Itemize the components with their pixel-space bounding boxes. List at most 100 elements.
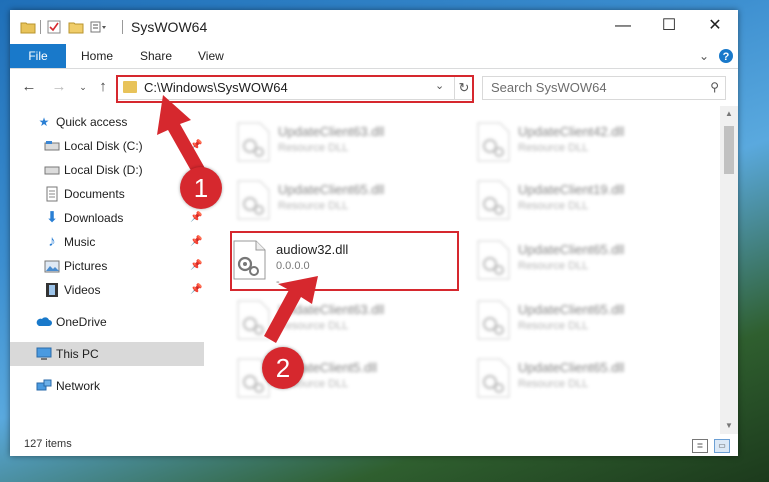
folder-icon bbox=[123, 81, 137, 93]
file-description: Resource DLL bbox=[278, 320, 349, 332]
address-dropdown-icon[interactable]: ⌄ bbox=[435, 79, 444, 92]
list-item[interactable]: UpdateClient19.dll Resource DLL bbox=[454, 172, 684, 230]
file-description: Resource DLL bbox=[518, 200, 589, 212]
refresh-icon[interactable]: ↻ bbox=[454, 77, 473, 99]
file-version: 0.0.0.0 bbox=[276, 260, 310, 272]
list-item[interactable]: UpdateClient65.dll Resource DLL bbox=[454, 350, 684, 408]
properties-icon[interactable] bbox=[46, 20, 62, 34]
sidebar-item-local-disk-c[interactable]: Local Disk (C:) 📌 bbox=[10, 134, 204, 158]
sidebar-item-label: Videos bbox=[64, 283, 101, 297]
recent-locations-icon[interactable]: ⌄ bbox=[74, 78, 92, 96]
scroll-thumb[interactable] bbox=[724, 126, 734, 174]
dll-file-icon bbox=[477, 300, 510, 340]
scroll-down-icon[interactable]: ▼ bbox=[720, 418, 738, 434]
navigation-pane: ★ Quick access Local Disk (C:) 📌 Local D… bbox=[10, 106, 204, 434]
dll-file-icon bbox=[477, 180, 510, 220]
sidebar-item-quick-access[interactable]: ★ Quick access bbox=[10, 110, 204, 134]
sidebar-item-label: Quick access bbox=[56, 115, 128, 129]
sidebar-item-videos[interactable]: Videos 📌 bbox=[10, 278, 204, 302]
pin-icon[interactable]: 📌 bbox=[190, 254, 202, 278]
pin-icon[interactable]: 📌 bbox=[190, 278, 202, 302]
customize-toolbar-icon[interactable] bbox=[90, 20, 106, 34]
dll-file-icon bbox=[237, 122, 270, 162]
pin-icon[interactable]: 📌 bbox=[190, 206, 202, 230]
sidebar-item-label: Local Disk (D:) bbox=[64, 163, 143, 177]
cloud-icon bbox=[36, 317, 52, 326]
sidebar-item-label: OneDrive bbox=[56, 315, 107, 329]
pin-icon[interactable]: 📌 bbox=[190, 134, 202, 158]
sidebar-item-label: Downloads bbox=[64, 211, 124, 225]
star-icon: ★ bbox=[38, 115, 50, 129]
tab-share[interactable]: Share bbox=[140, 44, 172, 68]
address-bar[interactable]: C:\Windows\SysWOW64 ⌄ ↻ bbox=[116, 76, 473, 100]
tab-file[interactable]: File bbox=[10, 44, 66, 68]
file-description: Resource DLL bbox=[518, 142, 589, 154]
videos-icon bbox=[46, 283, 58, 297]
documents-icon bbox=[46, 186, 58, 202]
navigation-bar: ← → ⌄ ↑ C:\Windows\SysWOW64 ⌄ ↻ Search S… bbox=[10, 70, 738, 104]
list-item[interactable]: UpdateClient5.dll Resource DLL bbox=[214, 350, 444, 408]
close-button[interactable]: ✕ bbox=[692, 10, 738, 42]
large-icons-view-icon[interactable]: ▭ bbox=[714, 439, 730, 453]
list-item[interactable]: UpdateClient63.dll Resource DLL bbox=[214, 114, 444, 172]
drive-icon bbox=[44, 141, 60, 151]
list-item-audiow32[interactable]: audiow32.dll 0.0.0.0 - bbox=[226, 232, 456, 290]
sidebar-item-label: Pictures bbox=[64, 259, 108, 273]
sidebar-item-network[interactable]: Network bbox=[10, 374, 204, 398]
sidebar-item-downloads[interactable]: ⬇ Downloads 📌 bbox=[10, 206, 204, 230]
search-box[interactable]: Search SysWOW64 ⚲ bbox=[482, 76, 726, 100]
file-explorer-window: SysWOW64 — ☐ ✕ File Home Share View ⌄ ? … bbox=[10, 10, 738, 456]
tab-home[interactable]: Home bbox=[81, 44, 113, 68]
file-name: UpdateClient65.dll bbox=[518, 302, 625, 317]
up-arrow-icon[interactable]: ↑ bbox=[94, 78, 112, 96]
window-title: SysWOW64 bbox=[131, 19, 208, 35]
back-arrow-icon[interactable]: ← bbox=[20, 78, 38, 96]
list-item[interactable]: UpdateClient65.dll Resource DLL bbox=[454, 232, 684, 290]
forward-arrow-icon[interactable]: → bbox=[50, 78, 68, 96]
file-name: UpdateClient65.dll bbox=[518, 242, 625, 257]
chevron-down-icon[interactable]: ⌄ bbox=[696, 48, 712, 64]
list-item[interactable]: UpdateClient65.dll Resource DLL bbox=[454, 292, 684, 350]
list-item[interactable]: UpdateClient42.dll Resource DLL bbox=[454, 114, 684, 172]
sidebar-item-local-disk-d[interactable]: Local Disk (D:) bbox=[10, 158, 204, 182]
search-icon[interactable]: ⚲ bbox=[710, 80, 719, 94]
sidebar-item-this-pc[interactable]: This PC bbox=[10, 342, 204, 366]
list-item[interactable]: UpdateClient63.dll Resource DLL bbox=[214, 292, 444, 350]
svg-text:?: ? bbox=[723, 51, 730, 63]
file-name: UpdateClient42.dll bbox=[518, 124, 625, 139]
folder-icon[interactable] bbox=[20, 20, 36, 34]
status-bar: 127 items ≣ ▭ bbox=[10, 434, 738, 456]
file-description: Resource DLL bbox=[518, 320, 589, 332]
new-folder-icon[interactable] bbox=[68, 20, 84, 34]
pictures-icon bbox=[44, 260, 60, 273]
help-icon[interactable]: ? bbox=[718, 48, 734, 64]
sidebar-item-label: Documents bbox=[64, 187, 125, 201]
file-name: UpdateClient63.dll bbox=[278, 302, 385, 317]
drive-icon bbox=[44, 166, 60, 175]
dll-file-icon bbox=[477, 240, 510, 280]
sidebar-item-documents[interactable]: Documents 📌 bbox=[10, 182, 204, 206]
sidebar-item-pictures[interactable]: Pictures 📌 bbox=[10, 254, 204, 278]
file-description: Resource DLL bbox=[518, 260, 589, 272]
dll-file-icon bbox=[237, 180, 270, 220]
title-separator bbox=[122, 20, 123, 34]
ribbon-tabs: File Home Share View ⌄ ? bbox=[10, 44, 738, 69]
details-view-icon[interactable]: ≣ bbox=[692, 439, 708, 453]
sidebar-item-onedrive[interactable]: OneDrive bbox=[10, 310, 204, 334]
scroll-up-icon[interactable]: ▲ bbox=[720, 106, 738, 122]
maximize-button[interactable]: ☐ bbox=[646, 10, 692, 42]
download-icon: ⬇ bbox=[45, 209, 59, 226]
dll-file-icon bbox=[477, 358, 510, 398]
list-item[interactable]: UpdateClient65.dll Resource DLL bbox=[214, 172, 444, 230]
pin-icon[interactable]: 📌 bbox=[190, 230, 202, 254]
music-icon: ♪ bbox=[48, 233, 56, 250]
search-input[interactable]: Search SysWOW64 bbox=[491, 80, 607, 95]
sidebar-item-label: Local Disk (C:) bbox=[64, 139, 143, 153]
tab-view[interactable]: View bbox=[198, 44, 224, 68]
computer-icon bbox=[36, 347, 52, 360]
vertical-scrollbar[interactable]: ▲ ▼ bbox=[720, 106, 738, 434]
address-path[interactable]: C:\Windows\SysWOW64 bbox=[144, 80, 288, 95]
sidebar-item-label: Network bbox=[56, 379, 101, 393]
minimize-button[interactable]: — bbox=[600, 10, 646, 42]
sidebar-item-music[interactable]: ♪ Music 📌 bbox=[10, 230, 204, 254]
